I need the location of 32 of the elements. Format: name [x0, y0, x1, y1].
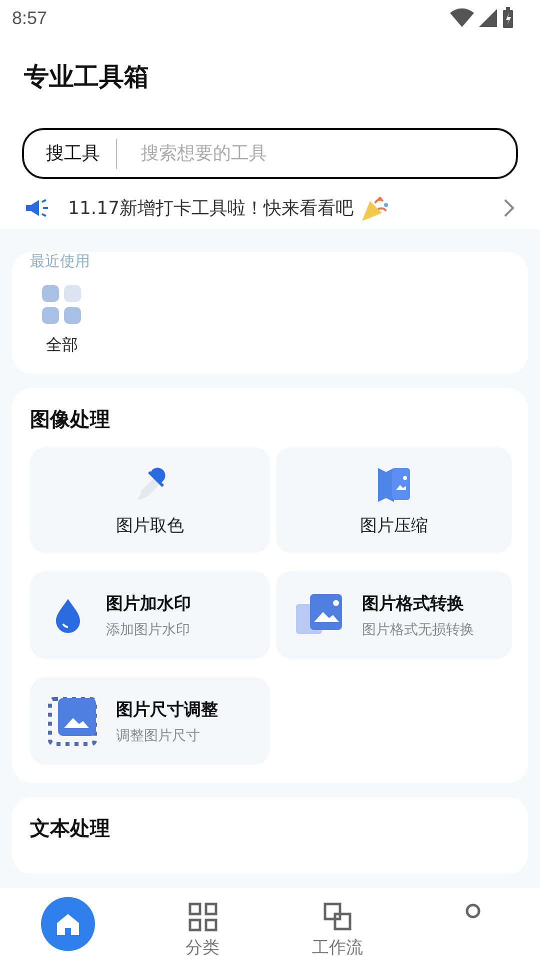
tool-tile[interactable]: 图片压缩 — [276, 447, 512, 553]
grid-icon — [188, 902, 218, 932]
battery-icon — [502, 7, 514, 29]
circle-icon — [464, 902, 482, 920]
section-title: 文本处理 — [30, 815, 111, 842]
section-title: 图像处理 — [30, 406, 111, 433]
tool-row[interactable]: 图片格式转换 图片格式无损转换 — [276, 571, 512, 659]
search-field[interactable]: 搜工具 搜索想要的工具 — [22, 128, 518, 179]
tool-name: 图片尺寸调整 — [116, 698, 218, 720]
tool-row[interactable]: 图片尺寸调整 调整图片尺寸 — [30, 677, 270, 765]
tool-tile[interactable]: 图片取色 — [30, 447, 270, 553]
tool-description: 图片格式无损转换 — [362, 620, 474, 638]
chevron-right-icon — [502, 197, 516, 220]
tool-name: 图片加水印 — [106, 592, 191, 614]
resize-image-icon — [48, 696, 98, 746]
tool-name: 图片格式转换 — [362, 592, 465, 614]
nav-tab[interactable]: 工作流 — [270, 888, 405, 960]
four-squares-icon — [42, 285, 82, 325]
status-time: 8:57 — [12, 8, 48, 28]
recent-title: 最近使用 — [30, 252, 91, 271]
nav-tab[interactable]: 分类 — [135, 888, 270, 960]
tool-description: 调整图片尺寸 — [116, 726, 201, 744]
wifi-icon — [450, 8, 474, 28]
signal-icon — [478, 8, 498, 28]
tool-description: 添加图片水印 — [106, 620, 191, 638]
all-tools-button[interactable]: 全部 — [30, 271, 94, 356]
overlapping-squares-icon — [322, 902, 352, 932]
megaphone-icon — [24, 197, 50, 220]
search-input[interactable]: 搜索想要的工具 — [139, 142, 494, 165]
search-label: 搜工具 — [46, 138, 117, 168]
page-title: 专业工具箱 — [23, 61, 150, 93]
tool-row[interactable]: 图片加水印 添加图片水印 — [30, 571, 270, 659]
